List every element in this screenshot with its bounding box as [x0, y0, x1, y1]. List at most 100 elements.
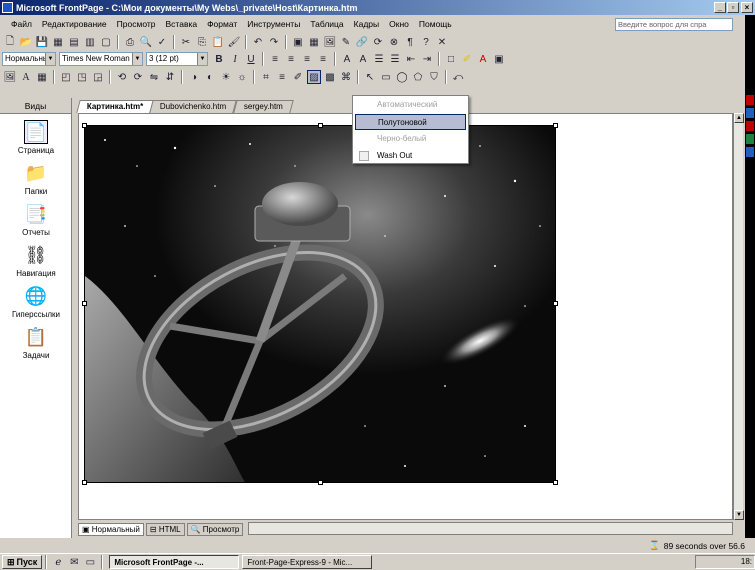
shortcut-icon[interactable]: [746, 121, 754, 131]
minimize-button[interactable]: _: [714, 2, 726, 13]
bring-forward-icon[interactable]: ◳: [75, 70, 89, 84]
bullets-icon[interactable]: ☰: [388, 52, 402, 66]
color-option-grayscale[interactable]: Полутоновой: [355, 114, 466, 130]
hyperlink-icon[interactable]: 🔗: [355, 35, 369, 49]
menu-table[interactable]: Таблица: [305, 19, 348, 29]
copy-icon[interactable]: ⎘: [195, 35, 209, 49]
menu-format[interactable]: Формат: [202, 19, 242, 29]
shortcut-icon[interactable]: [746, 147, 754, 157]
position-absolute-icon[interactable]: ◰: [59, 70, 73, 84]
menu-edit[interactable]: Редактирование: [37, 19, 112, 29]
scroll-up-icon[interactable]: ▲: [734, 113, 744, 123]
resize-handle-sw[interactable]: [82, 480, 87, 485]
tab-sergey[interactable]: sergey.htm: [232, 100, 294, 113]
new-page-icon[interactable]: 🗋: [3, 35, 17, 49]
resize-handle-e[interactable]: [553, 301, 558, 306]
quicklaunch-desktop-icon[interactable]: ▭: [83, 555, 97, 569]
shortcut-icon[interactable]: [746, 95, 754, 105]
view-folders[interactable]: 📁 Папки: [0, 161, 72, 197]
stop-icon[interactable]: ⊗: [387, 35, 401, 49]
insert-table-icon[interactable]: ▦: [307, 35, 321, 49]
open-icon[interactable]: 📂: [19, 35, 33, 49]
horizontal-scrollbar[interactable]: [248, 522, 733, 535]
restore-picture-icon[interactable]: ⤺: [451, 70, 465, 84]
cut-icon[interactable]: ✂: [179, 35, 193, 49]
resize-handle-n[interactable]: [318, 123, 323, 128]
align-left-icon[interactable]: ≡: [268, 52, 282, 66]
decrease-font-icon[interactable]: A: [356, 52, 370, 66]
start-button[interactable]: ⊞ Пуск: [2, 555, 43, 569]
select-icon[interactable]: ↖: [363, 70, 377, 84]
menu-file[interactable]: Файл: [6, 19, 37, 29]
show-all-icon[interactable]: ¶: [403, 35, 417, 49]
help-icon[interactable]: ?: [419, 35, 433, 49]
italic-icon[interactable]: I: [228, 52, 242, 66]
insert-component-icon[interactable]: ▣: [291, 35, 305, 49]
view-page[interactable]: 📄 Страница: [0, 120, 72, 155]
flip-vertical-icon[interactable]: ⇵: [163, 70, 177, 84]
shortcut-icon[interactable]: [746, 108, 754, 118]
space-station-picture[interactable]: [82, 123, 558, 485]
navigation-pane-icon[interactable]: ▥: [83, 35, 97, 49]
view-navigation[interactable]: ⛓ Навигация: [0, 243, 72, 279]
resample-icon[interactable]: ⌘: [339, 70, 353, 84]
menu-help[interactable]: Помощь: [414, 19, 457, 29]
decrease-indent-icon[interactable]: ⇤: [404, 52, 418, 66]
style-select[interactable]: Нормальный ▼: [2, 52, 56, 66]
refresh-icon[interactable]: ⟳: [371, 35, 385, 49]
spelling-icon[interactable]: ✓: [155, 35, 169, 49]
borders-icon[interactable]: □: [444, 52, 458, 66]
paste-icon[interactable]: 📋: [211, 35, 225, 49]
increase-indent-icon[interactable]: ⇥: [420, 52, 434, 66]
rotate-right-icon[interactable]: ⟳: [131, 70, 145, 84]
color-option-black-white[interactable]: Черно-белый: [355, 131, 466, 147]
highlight-color-icon[interactable]: ✐: [460, 52, 474, 66]
print-icon[interactable]: ⎙: [123, 35, 137, 49]
auto-thumbnail-icon[interactable]: ▦: [35, 70, 49, 84]
rectangle-hotspot-icon[interactable]: ▭: [379, 70, 393, 84]
layer-icon[interactable]: ▣: [492, 52, 506, 66]
line-style-icon[interactable]: ≡: [275, 70, 289, 84]
bevel-icon[interactable]: ▩: [323, 70, 337, 84]
numbering-icon[interactable]: ☰: [372, 52, 386, 66]
tab-preview-view[interactable]: 🔍 Просмотр: [186, 522, 244, 536]
undo-icon[interactable]: ↶: [251, 35, 265, 49]
less-brightness-icon[interactable]: ☼: [235, 70, 249, 84]
tab-normal-view[interactable]: ▣ Нормальный: [78, 522, 144, 536]
font-select[interactable]: Times New Roman ▼: [59, 52, 143, 66]
color-icon[interactable]: ▨: [307, 70, 321, 84]
align-right-icon[interactable]: ≡: [300, 52, 314, 66]
restore-button[interactable]: ▫: [727, 2, 739, 13]
insert-picture-icon[interactable]: 🖼: [323, 35, 337, 49]
frontpage-app-icon[interactable]: [2, 2, 13, 13]
folder-list-icon[interactable]: ▤: [67, 35, 81, 49]
help-question-box[interactable]: Введите вопрос для спра: [615, 18, 733, 31]
font-size-select[interactable]: 3 (12 pt) ▼: [146, 52, 208, 66]
more-brightness-icon[interactable]: ☀: [219, 70, 233, 84]
crop-icon[interactable]: ⌗: [259, 70, 273, 84]
publish-icon[interactable]: ▦: [51, 35, 65, 49]
view-hyperlinks[interactable]: 🌐 Гиперссылки: [0, 284, 72, 320]
menu-tools[interactable]: Инструменты: [242, 19, 305, 29]
justify-icon[interactable]: ≡: [316, 52, 330, 66]
rotate-left-icon[interactable]: ⟲: [115, 70, 129, 84]
delete-icon[interactable]: ✕: [435, 35, 449, 49]
resize-handle-nw[interactable]: [82, 123, 87, 128]
view-tasks[interactable]: 📋 Задачи: [0, 325, 72, 361]
set-transparent-icon[interactable]: ✐: [291, 70, 305, 84]
polygon-hotspot-icon[interactable]: ⬠: [411, 70, 425, 84]
quicklaunch-outlook-icon[interactable]: ✉: [67, 555, 81, 569]
flip-horizontal-icon[interactable]: ⇋: [147, 70, 161, 84]
font-color-icon[interactable]: A: [476, 52, 490, 66]
shortcut-icon[interactable]: [746, 134, 754, 144]
bold-icon[interactable]: B: [212, 52, 226, 66]
redo-icon[interactable]: ↷: [267, 35, 281, 49]
task-frontpage[interactable]: Microsoft FrontPage -...: [109, 555, 240, 569]
quicklaunch-ie-icon[interactable]: ℯ: [51, 555, 65, 569]
drawing-icon[interactable]: ✎: [339, 35, 353, 49]
resize-handle-ne[interactable]: [553, 123, 558, 128]
vertical-scrollbar[interactable]: ▲ ▼: [733, 113, 744, 520]
task-word-document[interactable]: Front-Page-Express-9 - Mic...: [242, 555, 373, 569]
menu-frames[interactable]: Кадры: [349, 19, 384, 29]
close-button[interactable]: ×: [741, 2, 753, 13]
